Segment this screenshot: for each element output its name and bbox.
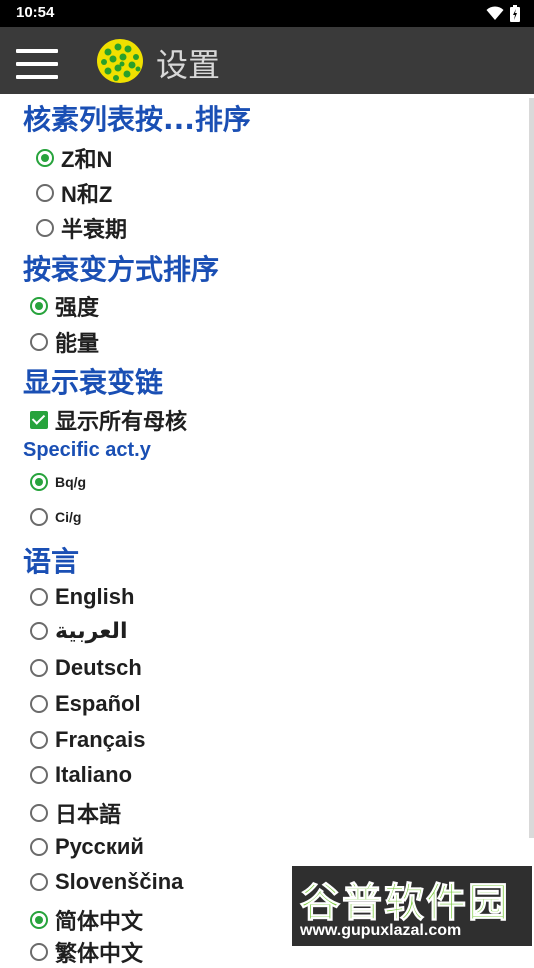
sort-option-z-n[interactable]: Z和N bbox=[36, 142, 112, 174]
option-label: Français bbox=[55, 727, 146, 752]
activity-option-bq-g[interactable]: Bq/g bbox=[30, 473, 86, 491]
option-label: Deutsch bbox=[55, 655, 142, 680]
language-option-francais[interactable]: Français bbox=[30, 727, 146, 753]
option-label: 强度 bbox=[55, 295, 100, 320]
radio-selected[interactable] bbox=[36, 149, 54, 167]
sort-option-n-z[interactable]: N和Z bbox=[36, 177, 112, 209]
option-label: Bq/g bbox=[55, 474, 87, 490]
language-option-simplified-chinese[interactable]: 简体中文 bbox=[30, 904, 143, 936]
option-label: English bbox=[55, 584, 135, 609]
language-option-espanol[interactable]: Español bbox=[30, 691, 141, 717]
option-label: Italiano bbox=[55, 762, 133, 787]
radio-unselected[interactable] bbox=[30, 766, 48, 784]
radio-unselected[interactable] bbox=[30, 508, 48, 526]
language-option-slovenian[interactable]: Slovenščina bbox=[30, 869, 183, 895]
decay-option-intensity[interactable]: 强度 bbox=[30, 290, 99, 322]
option-label: Slovenščina bbox=[55, 869, 184, 894]
radio-unselected[interactable] bbox=[36, 219, 54, 237]
option-label: Z和N bbox=[61, 147, 113, 172]
checkbox-checked[interactable] bbox=[30, 411, 48, 429]
radio-unselected[interactable] bbox=[30, 333, 48, 351]
specific-activity-heading: Specific act.y bbox=[23, 439, 151, 461]
sort-decay-heading: 按衰变方式排序 bbox=[23, 253, 220, 286]
option-label: 半衰期 bbox=[61, 217, 128, 242]
decay-chain-heading: 显示衰变链 bbox=[23, 366, 164, 399]
language-option-deutsch[interactable]: Deutsch bbox=[30, 655, 142, 681]
language-option-arabic[interactable]: العربية bbox=[30, 618, 128, 644]
option-label: 能量 bbox=[55, 331, 100, 356]
radio-selected[interactable] bbox=[30, 297, 48, 315]
language-option-japanese[interactable]: 日本語 bbox=[30, 797, 121, 829]
radio-unselected[interactable] bbox=[30, 588, 48, 606]
show-all-parents-option[interactable]: 显示所有母核 bbox=[30, 404, 187, 436]
status-bar: 10:54 bbox=[0, 0, 534, 27]
language-option-english[interactable]: English bbox=[30, 584, 134, 610]
option-label: 简体中文 bbox=[55, 909, 144, 934]
language-option-traditional-chinese[interactable]: 繁体中文 bbox=[30, 936, 143, 968]
watermark-logo: 谷普软件园 www.gupuxlazal.com bbox=[292, 866, 532, 946]
wifi-icon bbox=[486, 6, 504, 20]
option-label: Русский bbox=[55, 834, 144, 859]
watermark-url: www.gupuxlazal.com bbox=[300, 922, 462, 939]
app-bar: 设置 bbox=[0, 27, 534, 94]
option-label: Español bbox=[55, 691, 141, 716]
radio-unselected[interactable] bbox=[30, 943, 48, 961]
language-heading: 语言 bbox=[23, 545, 80, 578]
activity-option-ci-g[interactable]: Ci/g bbox=[30, 508, 81, 526]
radio-unselected[interactable] bbox=[30, 695, 48, 713]
option-label: العربية bbox=[55, 618, 128, 643]
option-label: 繁体中文 bbox=[55, 941, 144, 966]
watermark-text: 谷普软件园 bbox=[300, 880, 510, 927]
option-label: N和Z bbox=[61, 182, 113, 207]
status-time: 10:54 bbox=[16, 4, 55, 21]
battery-icon bbox=[510, 5, 520, 22]
scrollbar[interactable] bbox=[529, 98, 534, 838]
language-option-russian[interactable]: Русский bbox=[30, 834, 144, 860]
decay-option-energy[interactable]: 能量 bbox=[30, 326, 99, 358]
radio-unselected[interactable] bbox=[30, 622, 48, 640]
radio-selected[interactable] bbox=[30, 473, 48, 491]
radio-unselected[interactable] bbox=[30, 731, 48, 749]
sort-option-half-life[interactable]: 半衰期 bbox=[36, 212, 127, 244]
option-label: 日本語 bbox=[55, 802, 122, 827]
status-icons bbox=[486, 5, 520, 22]
radio-unselected[interactable] bbox=[30, 873, 48, 891]
hamburger-menu-icon[interactable] bbox=[16, 49, 58, 79]
radio-unselected[interactable] bbox=[30, 804, 48, 822]
language-option-italiano[interactable]: Italiano bbox=[30, 762, 132, 788]
radio-unselected[interactable] bbox=[30, 838, 48, 856]
radio-unselected[interactable] bbox=[36, 184, 54, 202]
sort-nuclides-heading: 核素列表按...排序 bbox=[23, 103, 251, 136]
radio-unselected[interactable] bbox=[30, 659, 48, 677]
radio-selected[interactable] bbox=[30, 911, 48, 929]
checkbox-label: 显示所有母核 bbox=[55, 409, 188, 434]
page-title: 设置 bbox=[156, 46, 221, 84]
option-label: Ci/g bbox=[55, 509, 82, 525]
app-logo-icon bbox=[97, 39, 143, 83]
